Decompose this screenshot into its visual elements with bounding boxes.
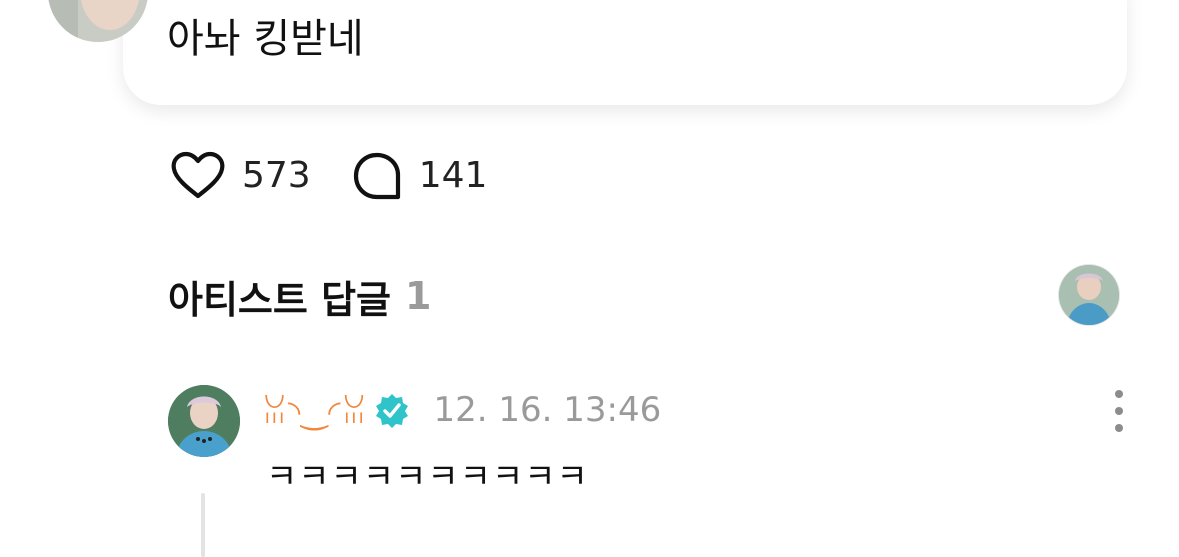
comment-count: 141 [418, 155, 488, 196]
reply-author-avatar[interactable] [168, 385, 240, 457]
artist-avatar[interactable] [1059, 265, 1119, 325]
post-text: 아놔 킹받네 [167, 16, 364, 62]
like-button[interactable]: 573 [170, 150, 311, 202]
artist-avatar-icon [168, 385, 240, 457]
comment-button[interactable]: 141 [351, 150, 488, 202]
artist-avatar-icon [1059, 265, 1119, 325]
page: 아놔 킹받네 573 141 아티스트 답글 1 ꈍ◝‿◜ꈍ 12. 16. 1… [0, 0, 1179, 557]
like-count: 573 [242, 155, 311, 196]
thread-line [201, 493, 205, 557]
heart-icon [171, 151, 225, 199]
post-card: 아놔 킹받네 [123, 0, 1127, 105]
reply-meta: ꈍ◝‿◜ꈍ 12. 16. 13:46 [262, 388, 661, 432]
reply-timestamp: 12. 16. 13:46 [433, 390, 662, 430]
more-vertical-icon [1115, 390, 1123, 398]
reply-text: ㅋㅋㅋㅋㅋㅋㅋㅋㅋㅋ [266, 457, 589, 497]
verified-badge-icon [375, 394, 408, 428]
more-options-button[interactable] [1104, 390, 1134, 432]
artist-replies-title: 아티스트 답글 [168, 277, 391, 322]
artist-replies-header: 아티스트 답글 1 [168, 270, 431, 322]
comment-bubble-icon [353, 152, 400, 200]
post-stats: 573 141 [170, 148, 487, 204]
reply-author-name[interactable]: ꈍ◝‿◜ꈍ [262, 389, 368, 431]
artist-replies-count: 1 [405, 274, 432, 318]
